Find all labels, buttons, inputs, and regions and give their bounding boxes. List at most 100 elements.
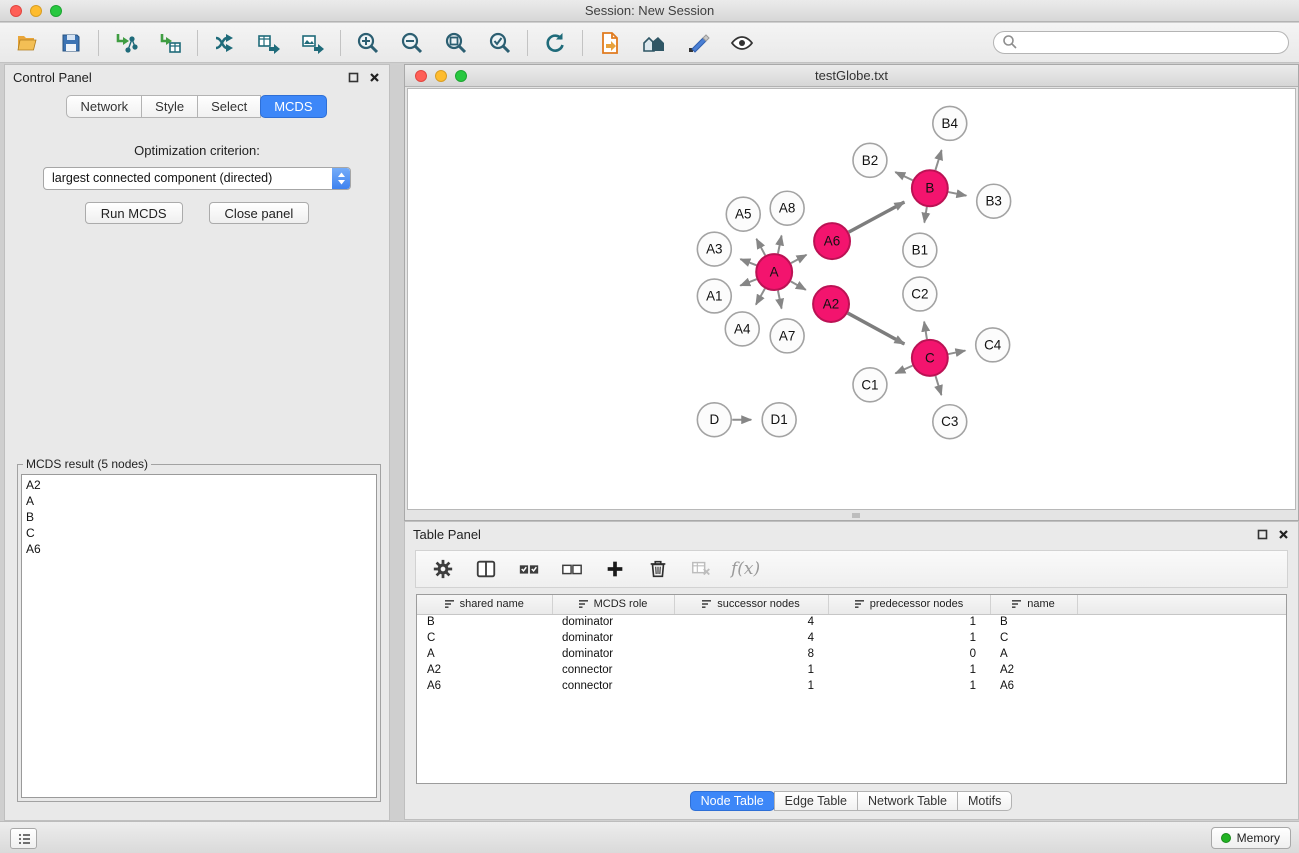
node-A7[interactable]: A7	[770, 319, 804, 353]
table-row[interactable]: Cdominator41C	[417, 630, 1286, 646]
edge-B-B4[interactable]	[935, 150, 941, 170]
mcds-result-list[interactable]: A2ABCA6	[21, 474, 377, 798]
cell[interactable]: 1	[828, 630, 990, 646]
first-neighbors-icon[interactable]	[641, 30, 667, 56]
node-table-container[interactable]: shared nameMCDS rolesuccessor nodesprede…	[416, 594, 1287, 784]
cell[interactable]: A6	[990, 678, 1077, 694]
edge-A-A7[interactable]	[778, 291, 782, 309]
apply-layout-document-icon[interactable]	[597, 30, 623, 56]
node-A2[interactable]: A2	[813, 286, 849, 322]
node-B4[interactable]: B4	[933, 106, 967, 140]
tab-network[interactable]: Network	[66, 95, 142, 118]
table-row[interactable]: Adominator80A	[417, 646, 1286, 662]
node-A3[interactable]: A3	[697, 232, 731, 266]
edge-C-C2[interactable]	[924, 322, 927, 339]
import-table-file-icon[interactable]	[157, 30, 183, 56]
tab-motifs[interactable]: Motifs	[957, 791, 1012, 811]
node-C1[interactable]: C1	[853, 368, 887, 402]
table-row[interactable]: Bdominator41B	[417, 614, 1286, 630]
memory-button[interactable]: Memory	[1211, 827, 1291, 849]
cell[interactable]: 1	[828, 662, 990, 678]
cell[interactable]: A	[990, 646, 1077, 662]
tab-edge-table[interactable]: Edge Table	[774, 791, 858, 811]
unselect-all-columns-icon[interactable]	[559, 556, 585, 582]
node-B2[interactable]: B2	[853, 143, 887, 177]
table-row[interactable]: A2connector11A2	[417, 662, 1286, 678]
cell[interactable]: dominator	[552, 646, 674, 662]
edge-A-A8[interactable]	[778, 236, 782, 254]
export-image-icon[interactable]	[300, 30, 326, 56]
tab-select[interactable]: Select	[197, 95, 261, 118]
annotation-pen-icon[interactable]	[685, 30, 711, 56]
table-close-panel-icon[interactable]	[1277, 528, 1290, 541]
tab-network-table[interactable]: Network Table	[857, 791, 958, 811]
node-D[interactable]: D	[697, 403, 731, 437]
close-panel-icon[interactable]	[368, 71, 381, 84]
mcds-result-item[interactable]: B	[26, 509, 372, 525]
edge-A-A3[interactable]	[740, 259, 756, 265]
criterion-dropdown[interactable]: largest connected component (directed)	[43, 167, 351, 190]
cell[interactable]: connector	[552, 678, 674, 694]
node-A6[interactable]: A6	[814, 223, 850, 259]
network-canvas[interactable]: B4B2BB3A5A8A6B1A3AC2A1A2A4A7C4CC1C3DD1	[407, 88, 1296, 510]
cell[interactable]: 8	[674, 646, 828, 662]
edge-B-B1[interactable]	[924, 207, 926, 223]
table-float-panel-icon[interactable]	[1256, 528, 1269, 541]
node-C[interactable]: C	[912, 340, 948, 376]
cell[interactable]: A	[417, 646, 552, 662]
node-C2[interactable]: C2	[903, 277, 937, 311]
cell[interactable]: A6	[417, 678, 552, 694]
edge-A-A2[interactable]	[791, 281, 806, 289]
edge-C-C3[interactable]	[936, 376, 942, 395]
zoom-selected-icon[interactable]	[487, 30, 513, 56]
network-graph[interactable]: B4B2BB3A5A8A6B1A3AC2A1A2A4A7C4CC1C3DD1	[408, 89, 1295, 509]
select-all-columns-icon[interactable]	[516, 556, 542, 582]
export-table-icon[interactable]	[256, 30, 282, 56]
edge-A6-B[interactable]	[849, 202, 905, 232]
node-C4[interactable]: C4	[976, 328, 1010, 362]
close-panel-button[interactable]: Close panel	[209, 202, 310, 224]
refresh-layout-icon[interactable]	[542, 30, 568, 56]
create-column-plus-icon[interactable]	[602, 556, 628, 582]
node-B[interactable]: B	[912, 170, 948, 206]
column-header-predecessor-nodes[interactable]: predecessor nodes	[828, 595, 990, 614]
tab-node-table[interactable]: Node Table	[690, 791, 775, 811]
node-A5[interactable]: A5	[726, 197, 760, 231]
cell[interactable]: 1	[828, 678, 990, 694]
cell[interactable]: C	[417, 630, 552, 646]
save-session-icon[interactable]	[58, 30, 84, 56]
column-header-successor-nodes[interactable]: successor nodes	[674, 595, 828, 614]
mcds-result-item[interactable]: C	[26, 525, 372, 541]
table-options-gear-icon[interactable]	[430, 556, 456, 582]
cell[interactable]: dominator	[552, 630, 674, 646]
node-C3[interactable]: C3	[933, 405, 967, 439]
node-D1[interactable]: D1	[762, 403, 796, 437]
node-A[interactable]: A	[756, 254, 792, 290]
import-network-file-icon[interactable]	[113, 30, 139, 56]
mcds-result-item[interactable]: A2	[26, 477, 372, 493]
cell[interactable]: B	[990, 614, 1077, 630]
float-panel-icon[interactable]	[347, 71, 360, 84]
column-header-name[interactable]: name	[990, 595, 1077, 614]
show-tasks-list-button[interactable]	[10, 828, 37, 849]
column-header-mcds-role[interactable]: MCDS role	[552, 595, 674, 614]
table-row[interactable]: A6connector11A6	[417, 678, 1286, 694]
cell[interactable]: 1	[674, 678, 828, 694]
edge-C-C4[interactable]	[948, 351, 965, 354]
column-header-shared-name[interactable]: shared name	[417, 595, 552, 614]
network-window-titlebar[interactable]: testGlobe.txt	[405, 65, 1298, 87]
node-B3[interactable]: B3	[977, 184, 1011, 218]
cell[interactable]: A2	[417, 662, 552, 678]
tab-style[interactable]: Style	[141, 95, 198, 118]
search-input[interactable]	[993, 31, 1289, 54]
show-graphics-details-eye-icon[interactable]	[729, 30, 755, 56]
zoom-out-icon[interactable]	[399, 30, 425, 56]
run-mcds-button[interactable]: Run MCDS	[85, 202, 183, 224]
cell[interactable]: C	[990, 630, 1077, 646]
cell[interactable]: A2	[990, 662, 1077, 678]
mcds-result-item[interactable]: A	[26, 493, 372, 509]
edge-A2-C[interactable]	[848, 313, 905, 344]
cell[interactable]: 1	[674, 662, 828, 678]
cell[interactable]: 4	[674, 630, 828, 646]
delete-column-trash-icon[interactable]	[645, 556, 671, 582]
